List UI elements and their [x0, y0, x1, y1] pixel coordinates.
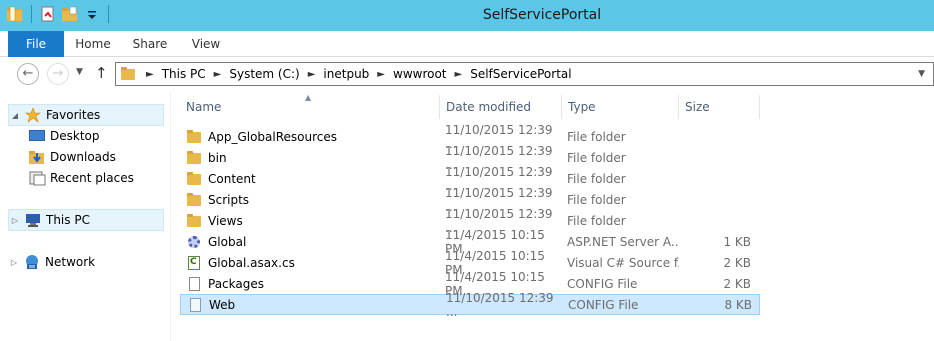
sidebar-item-desktop[interactable]: Desktop — [25, 125, 100, 147]
sidebar-item-favorites[interactable]: ◢ Favorites — [8, 104, 164, 126]
sidebar-item-label: Downloads — [50, 150, 116, 164]
column-header-date-modified[interactable]: Date modified — [440, 95, 562, 119]
file-name: Web — [209, 297, 236, 312]
file-name: bin — [208, 150, 227, 165]
file-list: App_GlobalResources 11/10/2015 12:39 ... F… — [180, 123, 760, 319]
breadcrumb-system-c[interactable]: System (C:) — [229, 67, 299, 81]
chevron-right-icon[interactable]: ► — [146, 69, 154, 80]
chevron-right-icon[interactable]: ► — [308, 69, 316, 80]
file-size: 8 KB — [724, 297, 752, 312]
expand-arrow-icon[interactable]: ▷ — [8, 258, 20, 267]
folder-icon — [186, 171, 202, 187]
file-type: Visual C# Source f... — [567, 255, 679, 270]
tab-home[interactable]: Home — [68, 31, 118, 57]
network-icon — [23, 254, 41, 270]
back-button[interactable]: ← — [17, 63, 39, 85]
file-list-header: Name Date modified Type Size — [180, 95, 760, 119]
window-title: SelfServicePortal — [482, 7, 602, 23]
file-size: 1 KB — [723, 234, 751, 249]
recent-places-icon — [28, 170, 46, 186]
sidebar-item-network[interactable]: ▷ Network — [8, 251, 95, 273]
desktop-icon — [28, 128, 46, 144]
file-size: 2 KB — [723, 255, 751, 270]
breadcrumb-this-pc[interactable]: This PC — [162, 67, 206, 81]
file-name-cell: Content — [180, 171, 440, 187]
file-name-cell: Web — [181, 297, 441, 313]
folder-icon — [120, 66, 136, 82]
breadcrumb-selfserviceportal[interactable]: SelfServicePortal — [470, 67, 571, 81]
tab-view[interactable]: View — [181, 31, 231, 57]
file-name-cell: Global.asax.cs — [180, 255, 440, 271]
file-name: Global.asax.cs — [208, 255, 295, 270]
sidebar-item-label: Network — [45, 255, 96, 269]
file-name: Scripts — [208, 192, 250, 207]
tab-share[interactable]: Share — [125, 31, 175, 57]
file-name: Content — [208, 171, 256, 186]
sidebar-item-label: Favorites — [46, 108, 101, 122]
document-icon — [186, 276, 202, 292]
file-name-cell: Global — [180, 234, 440, 250]
file-name: Packages — [208, 276, 264, 291]
sidebar-item-this-pc[interactable]: ▷ This PC — [8, 209, 164, 231]
file-name-cell: bin — [180, 150, 440, 166]
expand-arrow-icon[interactable]: ◢ — [9, 111, 21, 120]
breadcrumb-wwwroot[interactable]: wwwroot — [393, 67, 447, 81]
title-bar: SelfServicePortal — [0, 0, 934, 31]
file-name: App_GlobalResources — [208, 129, 338, 144]
sidebar-item-label: Desktop — [50, 129, 100, 143]
file-type: File folder — [567, 192, 626, 207]
pane-divider[interactable] — [170, 91, 171, 341]
sidebar-item-label: Recent places — [50, 171, 134, 185]
chevron-right-icon[interactable]: ► — [455, 69, 463, 80]
folder-icon — [186, 150, 202, 166]
file-name-cell: Packages — [180, 276, 440, 292]
navigation-pane: ◢ Favorites Desktop Downloads Recent pla… — [0, 96, 170, 341]
config-file-icon — [187, 297, 203, 313]
file-name: Global — [208, 234, 247, 249]
column-header-type[interactable]: Type — [562, 95, 679, 119]
file-size: 2 KB — [723, 276, 751, 291]
folder-icon — [186, 129, 202, 145]
expand-arrow-icon[interactable]: ▷ — [9, 216, 21, 225]
chevron-right-icon[interactable]: ► — [214, 69, 222, 80]
recent-locations-dropdown[interactable]: ▼ — [76, 67, 83, 77]
address-bar[interactable]: ► This PC ► System (C:) ► inetpub ► wwwr… — [115, 62, 934, 86]
file-name-cell: Scripts — [180, 192, 440, 208]
folder-icon — [186, 192, 202, 208]
ribbon-tabs: File Home Share View — [0, 31, 934, 57]
file-type: File folder — [567, 129, 626, 144]
file-name-cell: App_GlobalResources — [180, 129, 440, 145]
star-icon — [24, 107, 42, 123]
file-type: File folder — [567, 171, 626, 186]
navigation-bar: ← → ▼ ↑ ► This PC ► System (C:) ► inetpu… — [0, 57, 934, 91]
file-name: Views — [208, 213, 243, 228]
file-type: ASP.NET Server A... — [567, 234, 679, 249]
file-row[interactable]: Web 11/10/2015 12:39 ... CONFIG File 8 KB — [180, 291, 760, 319]
sidebar-item-label: This PC — [46, 213, 90, 227]
file-type: File folder — [567, 213, 626, 228]
column-header-size[interactable]: Size — [679, 95, 760, 119]
computer-icon — [24, 212, 42, 228]
up-arrow-icon[interactable]: ↑ — [95, 64, 108, 82]
aspnet-gear-icon — [186, 234, 202, 250]
tab-file[interactable]: File — [8, 31, 64, 57]
address-history-dropdown[interactable]: ▼ — [918, 69, 925, 79]
sidebar-item-recent-places[interactable]: Recent places — [25, 167, 134, 189]
sidebar-item-downloads[interactable]: Downloads — [25, 146, 116, 168]
column-header-name[interactable]: Name — [180, 95, 440, 119]
file-name-cell: Views — [180, 213, 440, 229]
csharp-file-icon — [186, 255, 202, 271]
breadcrumb-inetpub[interactable]: inetpub — [323, 67, 369, 81]
file-type: CONFIG File — [567, 276, 638, 291]
forward-button[interactable]: → — [47, 63, 69, 85]
file-type: CONFIG File — [568, 297, 639, 312]
folder-icon — [186, 213, 202, 229]
file-type: File folder — [567, 150, 626, 165]
downloads-icon — [28, 149, 46, 165]
file-date-modified: 11/10/2015 12:39 ... — [446, 290, 554, 319]
chevron-right-icon[interactable]: ► — [377, 69, 385, 80]
